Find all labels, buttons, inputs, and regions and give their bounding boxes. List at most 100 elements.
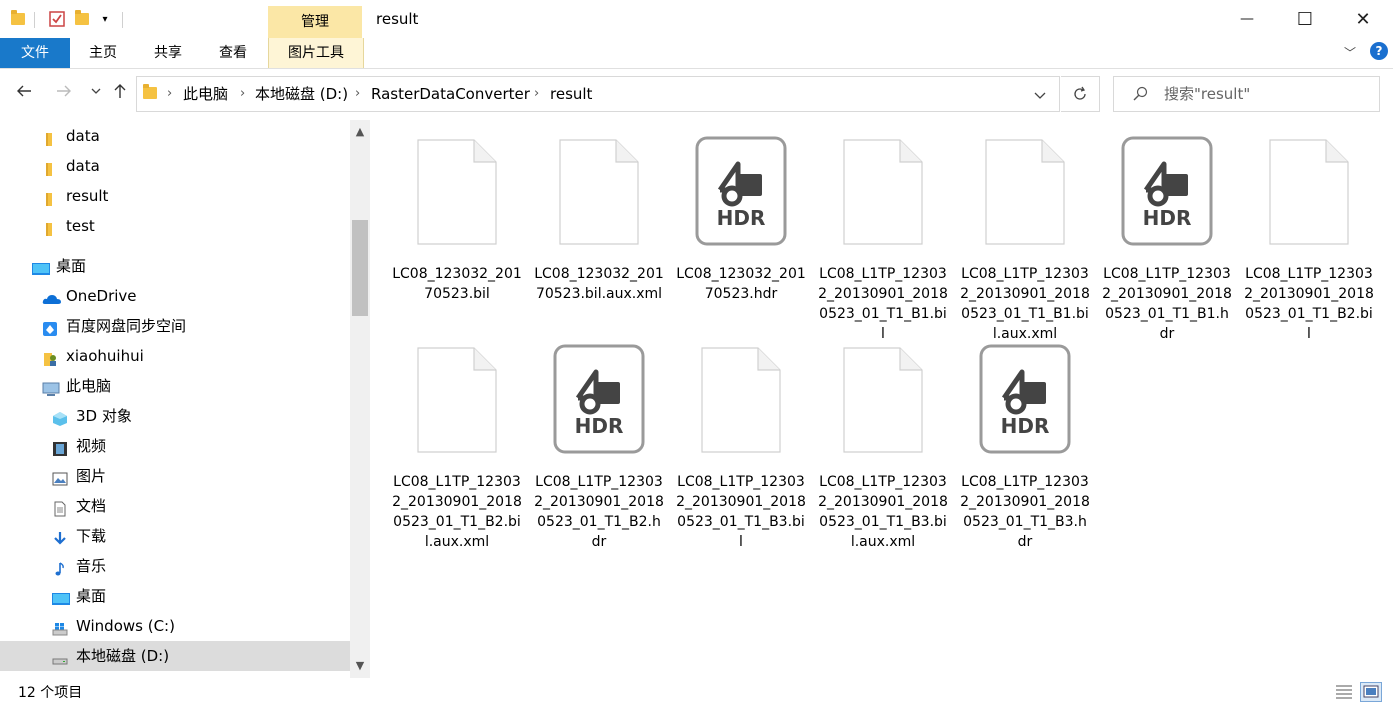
sidebar-item-data-2[interactable]: data xyxy=(42,152,342,180)
sidebar-item-documents[interactable]: 文档 xyxy=(52,492,342,520)
sidebar-item-this-pc[interactable]: 此电脑 xyxy=(42,372,342,400)
pc-icon xyxy=(42,378,60,396)
details-view-button[interactable] xyxy=(1334,682,1356,702)
breadcrumb-result[interactable]: result xyxy=(550,77,592,111)
expand-ribbon-icon[interactable]: ﹀ xyxy=(1344,44,1356,61)
recent-locations-button[interactable] xyxy=(84,82,108,106)
file-item[interactable]: HDR LC08_L1TP_123032_20130901_20180523_01… xyxy=(534,342,664,552)
pictures-icon xyxy=(52,468,68,486)
breadcrumb-separator[interactable]: › xyxy=(355,77,360,111)
blank-file-icon xyxy=(676,342,806,462)
sidebar-item-3d-objects[interactable]: 3D 对象 xyxy=(52,402,342,430)
manage-tab[interactable]: 管理 xyxy=(268,6,362,38)
hdr-label: HDR xyxy=(716,206,766,230)
sidebar-item-data[interactable]: data xyxy=(42,122,342,150)
scroll-up-arrow-icon[interactable]: ▲ xyxy=(352,124,368,140)
large-icons-view-button[interactable] xyxy=(1360,682,1382,702)
windows-drive-icon xyxy=(52,618,68,636)
tab-picture-tools[interactable]: 图片工具 xyxy=(268,38,364,68)
window-title: result xyxy=(376,10,419,28)
breadcrumb-drive-d[interactable]: 本地磁盘 (D:) xyxy=(255,77,348,111)
sidebar-item-music[interactable]: 音乐 xyxy=(52,552,342,580)
file-item[interactable]: LC08_123032_20170523.bil xyxy=(392,134,522,344)
tab-view[interactable]: 查看 xyxy=(210,38,256,68)
hdr-label: HDR xyxy=(1000,414,1050,438)
sidebar-item-label: 此电脑 xyxy=(66,377,112,395)
sidebar-item-label: 3D 对象 xyxy=(76,407,132,425)
desktop-icon xyxy=(52,588,70,605)
sidebar-scrollbar[interactable]: ▲ ▼ xyxy=(350,120,370,678)
scroll-down-arrow-icon[interactable]: ▼ xyxy=(352,658,368,674)
breadcrumb-this-pc[interactable]: 此电脑 xyxy=(183,77,228,111)
back-arrow-icon xyxy=(17,85,31,97)
sidebar-item-onedrive[interactable]: OneDrive xyxy=(42,282,342,310)
scrollbar-thumb[interactable] xyxy=(352,220,368,316)
sidebar-item-result[interactable]: result xyxy=(42,182,342,210)
chevron-down-icon xyxy=(1034,92,1046,99)
blank-file-icon xyxy=(392,342,522,462)
sidebar-item-drive-d[interactable]: 本地磁盘 (D:) xyxy=(0,641,350,671)
title-bar: ▾ 管理 result — ☐ ✕ xyxy=(0,0,1393,38)
sidebar-item-test[interactable]: test xyxy=(42,212,342,240)
file-item[interactable]: LC08_L1TP_123032_20130901_20180523_01_T1… xyxy=(818,134,948,344)
tab-home[interactable]: 主页 xyxy=(80,38,126,68)
breadcrumb-separator[interactable]: › xyxy=(240,77,245,111)
search-input[interactable]: 搜索"result" xyxy=(1164,77,1250,111)
maximize-button[interactable]: ☐ xyxy=(1276,0,1334,38)
sidebar-item-label: 图片 xyxy=(76,467,107,485)
user-icon xyxy=(42,348,58,366)
minimize-button[interactable]: — xyxy=(1218,0,1276,38)
sidebar-item-label: Windows (C:) xyxy=(76,617,175,635)
divider xyxy=(122,12,123,28)
file-item[interactable]: LC08_L1TP_123032_20130901_20180523_01_T1… xyxy=(392,342,522,552)
sidebar-item-xiaohuihui[interactable]: xiaohuihui xyxy=(42,342,342,370)
hdr-file-icon: HDR xyxy=(676,134,806,254)
sidebar-item-windows-c[interactable]: Windows (C:) xyxy=(52,612,342,640)
sidebar-item-pictures[interactable]: 图片 xyxy=(52,462,342,490)
file-item[interactable]: LC08_L1TP_123032_20130901_20180523_01_T1… xyxy=(676,342,806,552)
file-item[interactable]: LC08_L1TP_123032_20130901_20180523_01_T1… xyxy=(1244,134,1374,344)
new-folder-icon[interactable] xyxy=(74,10,90,28)
sidebar-item-downloads[interactable]: 下载 xyxy=(52,522,342,550)
file-item[interactable]: LC08_L1TP_123032_20130901_20180523_01_T1… xyxy=(818,342,948,552)
sidebar-item-videos[interactable]: 视频 xyxy=(52,432,342,460)
tab-share[interactable]: 共享 xyxy=(145,38,191,68)
help-icon[interactable]: ? xyxy=(1370,42,1388,60)
sidebar-item-label: 文档 xyxy=(76,497,107,515)
back-button[interactable] xyxy=(12,82,36,106)
3d-objects-icon xyxy=(52,408,68,426)
sidebar-item-desktop-2[interactable]: 桌面 xyxy=(52,582,342,610)
sidebar-item-label: 音乐 xyxy=(76,557,107,575)
cloud-icon xyxy=(42,288,61,304)
breadcrumb-separator[interactable]: › xyxy=(534,77,539,111)
customize-toolbar-icon[interactable]: ▾ xyxy=(98,10,112,28)
up-button[interactable] xyxy=(108,82,132,106)
folder-icon xyxy=(42,188,58,206)
sidebar-item-desktop[interactable]: 桌面 xyxy=(32,252,332,280)
forward-button[interactable] xyxy=(52,82,76,106)
refresh-button[interactable] xyxy=(1061,76,1100,112)
file-item[interactable]: HDR LC08_L1TP_123032_20130901_20180523_01… xyxy=(1102,134,1232,344)
close-button[interactable]: ✕ xyxy=(1334,0,1392,38)
forward-arrow-icon xyxy=(57,85,71,97)
properties-icon[interactable] xyxy=(48,10,66,28)
sidebar-item-label: result xyxy=(66,187,109,205)
file-item[interactable]: HDR LC08_L1TP_123032_20130901_20180523_01… xyxy=(960,342,1090,552)
close-icon: ✕ xyxy=(1355,8,1371,30)
file-item[interactable]: LC08_123032_20170523.bil.aux.xml xyxy=(534,134,664,344)
folder-icon xyxy=(42,218,58,236)
hdr-label: HDR xyxy=(574,414,624,438)
search-box[interactable]: 搜索"result" xyxy=(1113,76,1380,112)
address-history-button[interactable] xyxy=(1033,88,1047,106)
breadcrumb-rasterdataconverter[interactable]: RasterDataConverter xyxy=(371,77,530,111)
file-item[interactable]: LC08_L1TP_123032_20130901_20180523_01_T1… xyxy=(960,134,1090,344)
sidebar-item-label: xiaohuihui xyxy=(66,347,144,365)
file-item[interactable]: HDR LC08_123032_20170523.hdr xyxy=(676,134,806,344)
hdr-file-icon: HDR xyxy=(960,342,1090,462)
search-icon xyxy=(1133,86,1148,101)
tab-file[interactable]: 文件 xyxy=(0,38,70,68)
address-bar[interactable]: › 此电脑 › 本地磁盘 (D:) › RasterDataConverter … xyxy=(136,76,1060,112)
sidebar-item-baidu-netdisk[interactable]: 百度网盘同步空间 xyxy=(42,312,342,340)
sidebar-item-label: 桌面 xyxy=(56,257,87,275)
breadcrumb-separator[interactable]: › xyxy=(167,77,172,111)
